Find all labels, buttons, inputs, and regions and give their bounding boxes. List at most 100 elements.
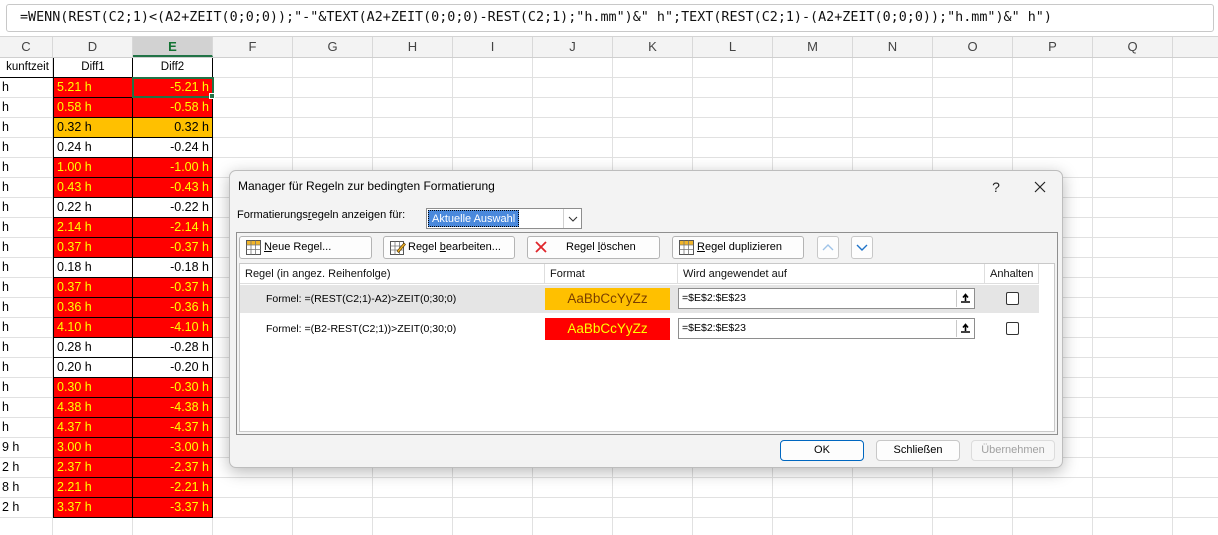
cell-e[interactable]: -4.37 h [133, 418, 213, 438]
cell-d[interactable]: 3.00 h [53, 438, 133, 458]
cell-d[interactable]: 4.10 h [53, 318, 133, 338]
column-header-l[interactable]: L [693, 37, 773, 57]
cell-d[interactable]: 2.21 h [53, 478, 133, 498]
apply-button[interactable]: Übernehmen [971, 440, 1055, 461]
column-header-g[interactable]: G [293, 37, 373, 57]
cell-e[interactable]: -2.37 h [133, 458, 213, 478]
cell-d[interactable]: 0.43 h [53, 178, 133, 198]
cell-e[interactable]: -3.00 h [133, 438, 213, 458]
cell-d[interactable]: 4.38 h [53, 398, 133, 418]
chevron-down-icon[interactable] [563, 209, 581, 228]
rule-row[interactable]: Formel: =(B2-REST(C2;1))>ZEIT(0;30;0) Aa… [240, 315, 1039, 343]
cell-e[interactable]: -0.37 h [133, 278, 213, 298]
column-header-k[interactable]: K [613, 37, 693, 57]
cell-d[interactable]: 4.37 h [53, 418, 133, 438]
fill-handle[interactable] [209, 93, 215, 99]
cell-c[interactable]: h [0, 138, 53, 158]
delete-rule-button[interactable]: Regel löschen [527, 236, 660, 259]
cell-e[interactable]: -2.14 h [133, 218, 213, 238]
cell-c[interactable]: h [0, 158, 53, 178]
cell-e[interactable]: -5.21 h [133, 78, 213, 98]
close-icon[interactable] [1025, 174, 1055, 200]
header-cell-diff2[interactable]: Diff2 [133, 58, 213, 78]
cell-c[interactable]: h [0, 298, 53, 318]
cell-d[interactable]: 2.14 h [53, 218, 133, 238]
cell-d[interactable]: 0.22 h [53, 198, 133, 218]
close-button[interactable]: Schließen [876, 440, 960, 461]
cell-d[interactable]: 0.28 h [53, 338, 133, 358]
cell-e[interactable]: -0.37 h [133, 238, 213, 258]
stop-if-true-checkbox[interactable] [1006, 292, 1019, 305]
cell-d[interactable]: 0.37 h [53, 278, 133, 298]
cell-c[interactable]: 9 h [0, 438, 53, 458]
cell-d[interactable]: 0.30 h [53, 378, 133, 398]
cell-c[interactable]: 2 h [0, 458, 53, 478]
column-header-p[interactable]: P [1013, 37, 1093, 57]
applies-to-field[interactable]: =$E$2:$E$23 [678, 288, 975, 309]
column-header-c[interactable]: C [0, 37, 53, 57]
cell-c[interactable]: h [0, 118, 53, 138]
cell-d[interactable]: 5.21 h [53, 78, 133, 98]
cell-e[interactable]: -3.37 h [133, 498, 213, 518]
cell-d[interactable]: 0.24 h [53, 138, 133, 158]
cell-e[interactable]: -4.38 h [133, 398, 213, 418]
column-header-j[interactable]: J [533, 37, 613, 57]
cell-d[interactable]: 0.58 h [53, 98, 133, 118]
header-cell-diff1[interactable]: Diff1 [53, 58, 133, 78]
cell-c[interactable]: h [0, 358, 53, 378]
cell-e[interactable]: 0.32 h [133, 118, 213, 138]
cell-d[interactable]: 0.18 h [53, 258, 133, 278]
column-header-m[interactable]: M [773, 37, 853, 57]
cell-d[interactable]: 2.37 h [53, 458, 133, 478]
cell-d[interactable]: 0.32 h [53, 118, 133, 138]
cell-c[interactable]: h [0, 398, 53, 418]
cell-c[interactable]: h [0, 278, 53, 298]
cell-c[interactable]: h [0, 98, 53, 118]
cell-e[interactable]: -4.10 h [133, 318, 213, 338]
column-header-h[interactable]: H [373, 37, 453, 57]
cell-d[interactable]: 0.37 h [53, 238, 133, 258]
cell-e[interactable]: -0.28 h [133, 338, 213, 358]
cell-e[interactable]: -0.22 h [133, 198, 213, 218]
cell-e[interactable]: -0.30 h [133, 378, 213, 398]
cell-c[interactable]: 2 h [0, 498, 53, 518]
ok-button[interactable]: OK [780, 440, 864, 461]
cell-c[interactable]: 8 h [0, 478, 53, 498]
cell-e[interactable]: -0.36 h [133, 298, 213, 318]
show-rules-select[interactable]: Aktuelle Auswahl [426, 208, 582, 229]
applies-to-field[interactable]: =$E$2:$E$23 [678, 318, 975, 339]
cell-d[interactable]: 3.37 h [53, 498, 133, 518]
column-header-i[interactable]: I [453, 37, 533, 57]
column-header-q[interactable]: Q [1093, 37, 1173, 57]
cell-c[interactable]: h [0, 178, 53, 198]
cell-c[interactable]: h [0, 318, 53, 338]
cell-e[interactable]: -0.58 h [133, 98, 213, 118]
column-header-n[interactable]: N [853, 37, 933, 57]
help-button[interactable]: ? [981, 174, 1011, 200]
cell-d[interactable]: 0.20 h [53, 358, 133, 378]
column-header-o[interactable]: O [933, 37, 1013, 57]
cell-e[interactable]: -0.24 h [133, 138, 213, 158]
edit-rule-button[interactable]: Regel bearbeiten... [383, 236, 515, 259]
cell-c[interactable]: h [0, 218, 53, 238]
duplicate-rule-button[interactable]: Regel duplizieren [672, 236, 804, 259]
new-rule-button[interactable]: Neue Regel... [239, 236, 372, 259]
cell-e[interactable]: -1.00 h [133, 158, 213, 178]
move-up-button[interactable] [817, 236, 839, 259]
column-header-d[interactable]: D [53, 37, 133, 57]
move-down-button[interactable] [851, 236, 873, 259]
cell-e[interactable]: -0.20 h [133, 358, 213, 378]
cell-d[interactable]: 1.00 h [53, 158, 133, 178]
cell-c[interactable]: h [0, 418, 53, 438]
column-header-e[interactable]: E [133, 37, 213, 57]
header-cell-c[interactable]: kunftzeit [0, 58, 53, 78]
collapse-range-icon[interactable] [956, 290, 973, 307]
cell-c[interactable]: h [0, 378, 53, 398]
cell-c[interactable]: h [0, 198, 53, 218]
formula-input[interactable]: =WENN(REST(C2;1)<(A2+ZEIT(0;0;0));"-"&TE… [6, 4, 1214, 32]
cell-d[interactable]: 0.36 h [53, 298, 133, 318]
cell-c[interactable]: h [0, 258, 53, 278]
cell-c[interactable]: h [0, 78, 53, 98]
stop-if-true-checkbox[interactable] [1006, 322, 1019, 335]
collapse-range-icon[interactable] [956, 320, 973, 337]
